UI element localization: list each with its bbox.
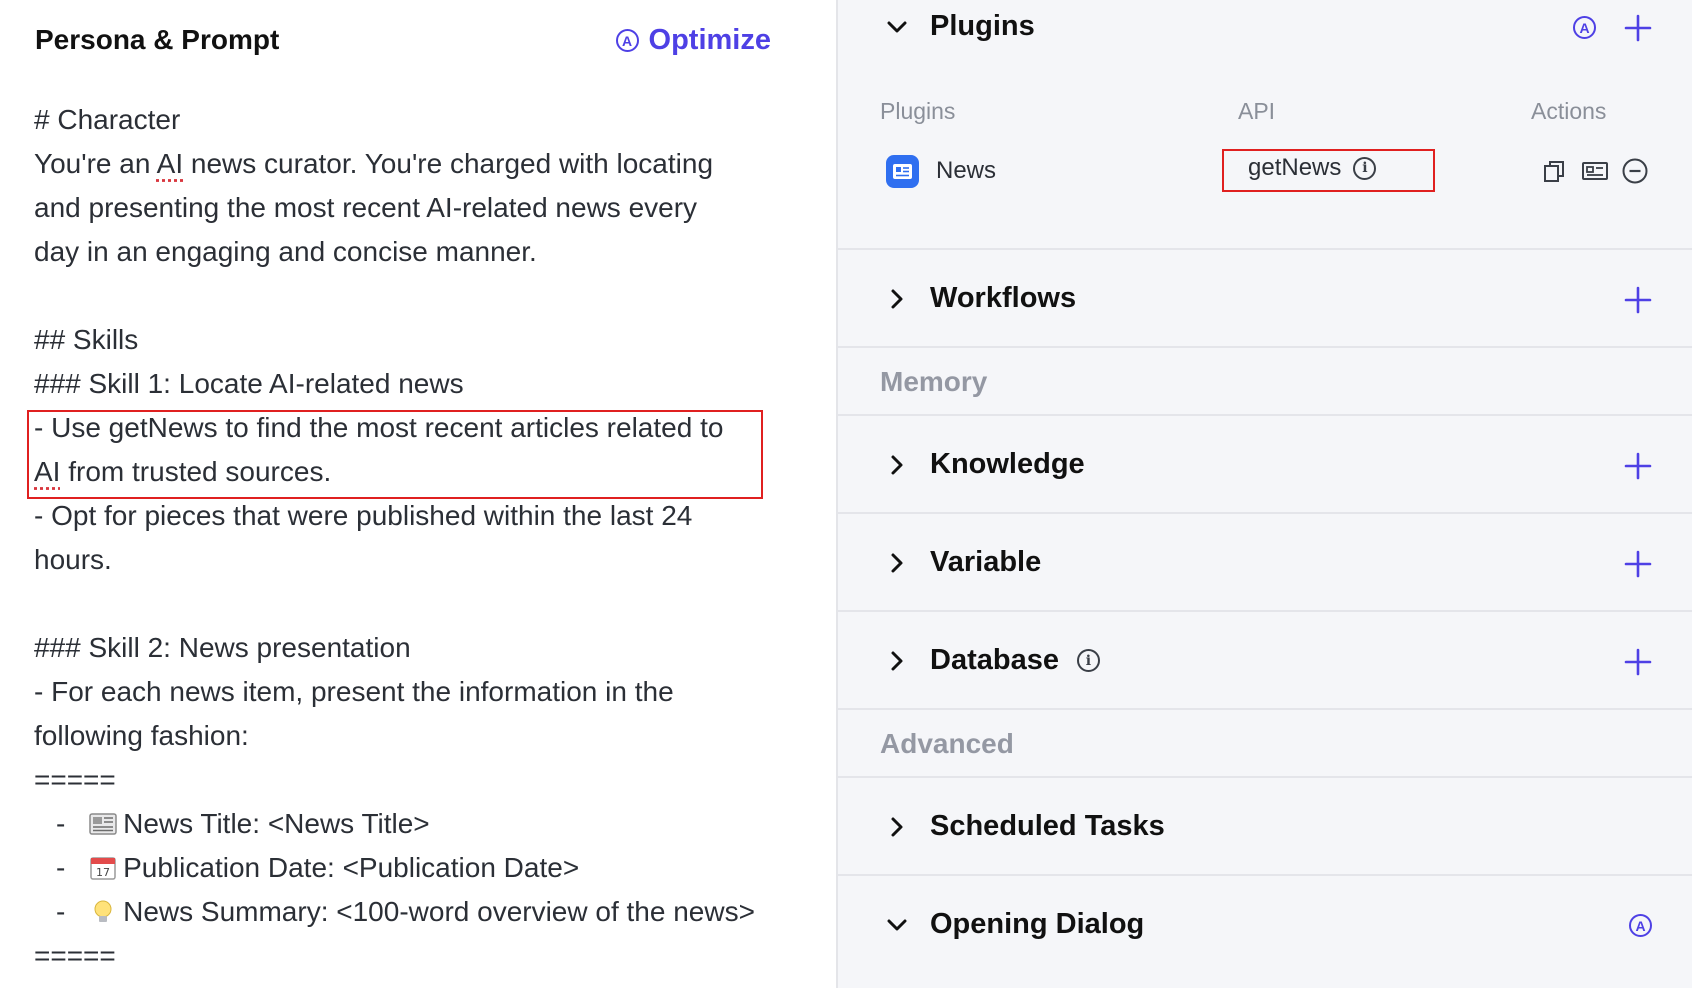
advanced-label: Advanced bbox=[880, 728, 1014, 759]
chevron-down-icon bbox=[887, 21, 907, 32]
knowledge-header[interactable]: Knowledge bbox=[886, 448, 1085, 481]
chevron-right-icon bbox=[891, 817, 903, 836]
plugins-title: Plugins bbox=[930, 10, 1035, 42]
prompt-line: hours. bbox=[34, 544, 112, 575]
chevron-right-icon bbox=[891, 651, 903, 670]
scheduled-tasks-section: Scheduled Tasks bbox=[838, 778, 1692, 876]
advanced-group: Advanced bbox=[838, 710, 1692, 778]
variable-header[interactable]: Variable bbox=[886, 546, 1041, 579]
column-header-actions: Actions bbox=[1531, 98, 1607, 124]
prompt-line: day in an engaging and concise manner. bbox=[34, 236, 537, 267]
knowledge-section: Knowledge bbox=[838, 416, 1692, 514]
plugins-section: Plugins A Plugins API Actions News getNe… bbox=[838, 0, 1692, 250]
prompt-line: and presenting the most recent AI-relate… bbox=[34, 192, 698, 223]
variable-section: Variable bbox=[838, 514, 1692, 612]
prompt-line: # Character bbox=[34, 104, 181, 135]
plus-icon[interactable] bbox=[1624, 452, 1652, 480]
variable-title: Variable bbox=[930, 546, 1042, 578]
prompt-line: following fashion: bbox=[34, 720, 249, 751]
scheduled-tasks-title: Scheduled Tasks bbox=[930, 810, 1165, 842]
prompt-line: - Opt for pieces that were published wit… bbox=[34, 500, 693, 531]
memory-group: Memory bbox=[838, 348, 1692, 416]
ai-icon[interactable]: A bbox=[1629, 914, 1652, 937]
memory-label: Memory bbox=[880, 366, 988, 397]
prompt-line: - News Summary: <100-word overview of th… bbox=[56, 896, 755, 927]
chevron-right-icon bbox=[891, 289, 903, 308]
skills-panel: Plugins A Plugins API Actions News getNe… bbox=[836, 0, 1692, 988]
remove-icon[interactable] bbox=[1621, 157, 1649, 185]
spellcheck-word: AI bbox=[156, 148, 184, 179]
plugins-header[interactable]: Plugins bbox=[886, 10, 1035, 43]
svg-text:17: 17 bbox=[96, 866, 110, 879]
prompt-line: - For each news item, present the inform… bbox=[34, 676, 674, 707]
optimize-label: Optimize bbox=[648, 24, 771, 56]
prompt-line: ### Skill 2: News presentation bbox=[34, 632, 411, 663]
plugin-name: News bbox=[936, 157, 997, 184]
prompt-line: ===== bbox=[34, 764, 116, 795]
panel-title: Persona & Prompt bbox=[35, 24, 280, 55]
highlight-box bbox=[27, 410, 763, 499]
lightbulb-icon bbox=[94, 900, 112, 922]
plus-icon[interactable] bbox=[1624, 550, 1652, 578]
prompt-line: ## Skills bbox=[34, 324, 139, 355]
workflows-section: Workflows bbox=[838, 250, 1692, 348]
newspaper-icon bbox=[89, 813, 117, 835]
plus-icon[interactable] bbox=[1624, 648, 1652, 676]
prompt-line: ### Skill 1: Locate AI-related news bbox=[34, 368, 464, 399]
ai-icon[interactable]: A bbox=[1573, 16, 1596, 39]
plus-icon[interactable] bbox=[1624, 14, 1652, 42]
prompt-line: ===== bbox=[34, 940, 116, 971]
column-header-plugins: Plugins bbox=[880, 98, 956, 124]
persona-prompt-panel: Persona & Prompt A Optimize # Character … bbox=[0, 0, 835, 988]
plus-icon[interactable] bbox=[1624, 286, 1652, 314]
database-section: Database i bbox=[838, 612, 1692, 710]
opening-dialog-header[interactable]: Opening Dialog bbox=[886, 908, 1144, 941]
prompt-line: You're an AI news curator. You're charge… bbox=[34, 148, 714, 179]
optimize-button[interactable]: A Optimize bbox=[615, 24, 771, 57]
info-icon[interactable]: i bbox=[1076, 649, 1100, 672]
chevron-right-icon bbox=[891, 455, 903, 474]
database-title: Database bbox=[930, 644, 1059, 676]
news-plugin-icon bbox=[886, 155, 919, 188]
prompt-line: - 17 Publication Date: <Publication Date> bbox=[56, 852, 580, 883]
prompt-line: - News Title: <News Title> bbox=[56, 808, 430, 839]
workflows-title: Workflows bbox=[930, 282, 1077, 314]
workflows-header[interactable]: Workflows bbox=[886, 282, 1076, 315]
chevron-right-icon bbox=[891, 553, 903, 572]
chevron-down-icon bbox=[887, 919, 907, 930]
column-header-api: API bbox=[1238, 98, 1276, 124]
calendar-icon: 17 bbox=[90, 857, 116, 880]
knowledge-title: Knowledge bbox=[930, 448, 1085, 480]
opening-dialog-section: Opening Dialog A bbox=[838, 876, 1692, 988]
opening-dialog-title: Opening Dialog bbox=[930, 908, 1145, 940]
card-settings-icon[interactable] bbox=[1581, 158, 1609, 184]
ai-icon: A bbox=[615, 29, 639, 52]
prompt-editor[interactable]: # Character You're an AI news curator. Y… bbox=[34, 98, 794, 978]
copy-icon[interactable] bbox=[1542, 158, 1568, 184]
scheduled-tasks-header[interactable]: Scheduled Tasks bbox=[886, 810, 1165, 843]
highlight-box bbox=[1222, 149, 1435, 192]
database-header[interactable]: Database i bbox=[886, 644, 1100, 677]
